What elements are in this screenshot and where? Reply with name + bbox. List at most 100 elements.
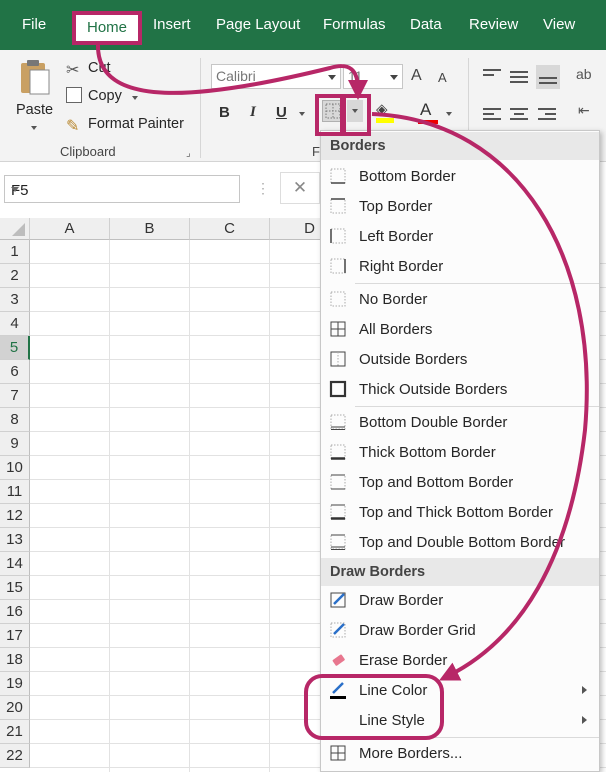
menu-item-right-border[interactable]: Right Border (321, 252, 599, 282)
row-header[interactable]: 16 (0, 600, 30, 624)
ribbon-separator (200, 58, 201, 158)
copy-dropdown-arrow[interactable] (132, 96, 138, 100)
row-header[interactable]: 6 (0, 360, 30, 384)
select-all-corner[interactable] (0, 218, 30, 240)
chevron-down-icon (11, 187, 19, 192)
menu-item-no-border[interactable]: No Border (321, 285, 599, 315)
column-header[interactable]: B (110, 218, 190, 240)
orientation-icon[interactable]: ab (576, 66, 592, 82)
menu-item-thick-bottom-border[interactable]: Thick Bottom Border (321, 438, 599, 468)
font-color-button[interactable]: A (420, 100, 431, 120)
row-header[interactable]: 18 (0, 648, 30, 672)
align-bottom-icon[interactable] (536, 65, 560, 89)
paste-icon[interactable] (18, 58, 52, 98)
row-header[interactable]: 8 (0, 408, 30, 432)
menu-item-label: All Borders (359, 321, 433, 338)
underline-button[interactable]: U (276, 104, 287, 121)
paste-label[interactable]: Paste (16, 102, 53, 118)
underline-dropdown-arrow[interactable] (299, 112, 305, 116)
tab-view[interactable]: View (543, 16, 575, 33)
menu-item-label: Draw Border (359, 592, 444, 609)
tab-home[interactable]: Home (72, 11, 142, 45)
menu-item-top-and-double-bottom-border[interactable]: Top and Double Bottom Border (321, 528, 599, 558)
menu-item-erase-border[interactable]: Erase Border (321, 646, 599, 676)
cancel-entry-button[interactable]: ✕ (280, 172, 320, 204)
row-header[interactable]: 20 (0, 696, 30, 720)
row-header[interactable]: 14 (0, 552, 30, 576)
row-header[interactable]: 13 (0, 528, 30, 552)
decrease-indent-icon[interactable]: ⇤ (578, 102, 590, 119)
menu-item-line-style[interactable]: Line Style (321, 706, 599, 736)
menu-item-line-color[interactable]: Line Color (321, 676, 599, 706)
fill-color-icon[interactable]: ◈ (376, 100, 388, 118)
menu-item-left-border[interactable]: Left Border (321, 222, 599, 252)
row-header[interactable]: 21 (0, 720, 30, 744)
tab-page-layout[interactable]: Page Layout (216, 16, 300, 33)
font-size-value: 11 (348, 68, 363, 84)
row-header[interactable]: 22 (0, 744, 30, 768)
copy-icon (66, 87, 82, 103)
row-header[interactable]: 7 (0, 384, 30, 408)
font-name-combo[interactable]: Calibri (211, 64, 341, 89)
menu-item-thick-outside-borders[interactable]: Thick Outside Borders (321, 375, 599, 405)
menu-item-all-borders[interactable]: All Borders (321, 315, 599, 345)
row-header[interactable]: 10 (0, 456, 30, 480)
copy-button[interactable]: Copy (88, 88, 122, 104)
align-center-icon[interactable] (510, 105, 528, 123)
menu-item-draw-border-grid[interactable]: Draw Border Grid (321, 616, 599, 646)
row-header[interactable]: 1 (0, 240, 30, 264)
tab-file[interactable]: File (22, 16, 46, 33)
no-border-icon (329, 290, 347, 308)
align-right-icon[interactable] (538, 105, 556, 123)
row-header[interactable]: 3 (0, 288, 30, 312)
cut-button[interactable]: Cut (88, 60, 111, 76)
italic-button[interactable]: I (250, 104, 256, 121)
menu-item-draw-border[interactable]: Draw Border (321, 586, 599, 616)
borders-dropdown-menu: Borders Bottom Border Top Border Left Bord… (320, 130, 600, 772)
shrink-font-button[interactable]: A (438, 70, 447, 85)
font-size-combo[interactable]: 11 (343, 64, 403, 89)
borders-button[interactable] (322, 100, 344, 122)
tab-data[interactable]: Data (410, 16, 442, 33)
menu-item-bottom-border[interactable]: Bottom Border (321, 162, 599, 192)
menu-item-top-border[interactable]: Top Border (321, 192, 599, 222)
column-gridline (109, 240, 110, 772)
menu-item-top-and-thick-bottom-border[interactable]: Top and Thick Bottom Border (321, 498, 599, 528)
row-header[interactable]: 15 (0, 576, 30, 600)
row-header[interactable]: 19 (0, 672, 30, 696)
menu-item-more-borders[interactable]: More Borders... (321, 739, 599, 769)
font-color-dropdown-arrow[interactable] (446, 112, 452, 116)
bold-button[interactable]: B (219, 104, 230, 121)
dialog-launcher-icon[interactable]: ⌟ (186, 148, 191, 159)
format-painter-icon: ✎ (66, 118, 80, 135)
align-left-icon[interactable] (483, 105, 501, 123)
tab-formulas[interactable]: Formulas (323, 16, 386, 33)
row-header[interactable]: 5 (0, 336, 30, 360)
row-header[interactable]: 9 (0, 432, 30, 456)
borders-dropdown-button[interactable] (347, 100, 363, 122)
tab-insert[interactable]: Insert (153, 16, 191, 33)
menu-item-top-and-bottom-border[interactable]: Top and Bottom Border (321, 468, 599, 498)
menu-item-label: Bottom Border (359, 168, 456, 185)
align-top-icon[interactable] (483, 66, 501, 79)
paste-dropdown-arrow[interactable] (31, 126, 37, 130)
menu-item-label: Left Border (359, 228, 434, 245)
left-border-icon (329, 227, 347, 245)
row-header[interactable]: 11 (0, 480, 30, 504)
column-header[interactable]: C (190, 218, 270, 240)
menu-item-outside-borders[interactable]: Outside Borders (321, 345, 599, 375)
tab-review[interactable]: Review (469, 16, 518, 33)
row-header[interactable]: 17 (0, 624, 30, 648)
right-border-icon (329, 257, 347, 275)
format-painter-button[interactable]: Format Painter (88, 116, 184, 132)
row-header[interactable]: 2 (0, 264, 30, 288)
menu-item-label: Line Style (359, 712, 425, 729)
clipboard-group-label: Clipboard (60, 144, 116, 159)
grow-font-button[interactable]: A (411, 67, 422, 85)
row-header[interactable]: 4 (0, 312, 30, 336)
name-box[interactable]: F5 (4, 175, 240, 203)
align-middle-icon[interactable] (510, 68, 528, 86)
column-header[interactable]: A (30, 218, 110, 240)
row-header[interactable]: 12 (0, 504, 30, 528)
menu-item-bottom-double-border[interactable]: Bottom Double Border (321, 408, 599, 438)
